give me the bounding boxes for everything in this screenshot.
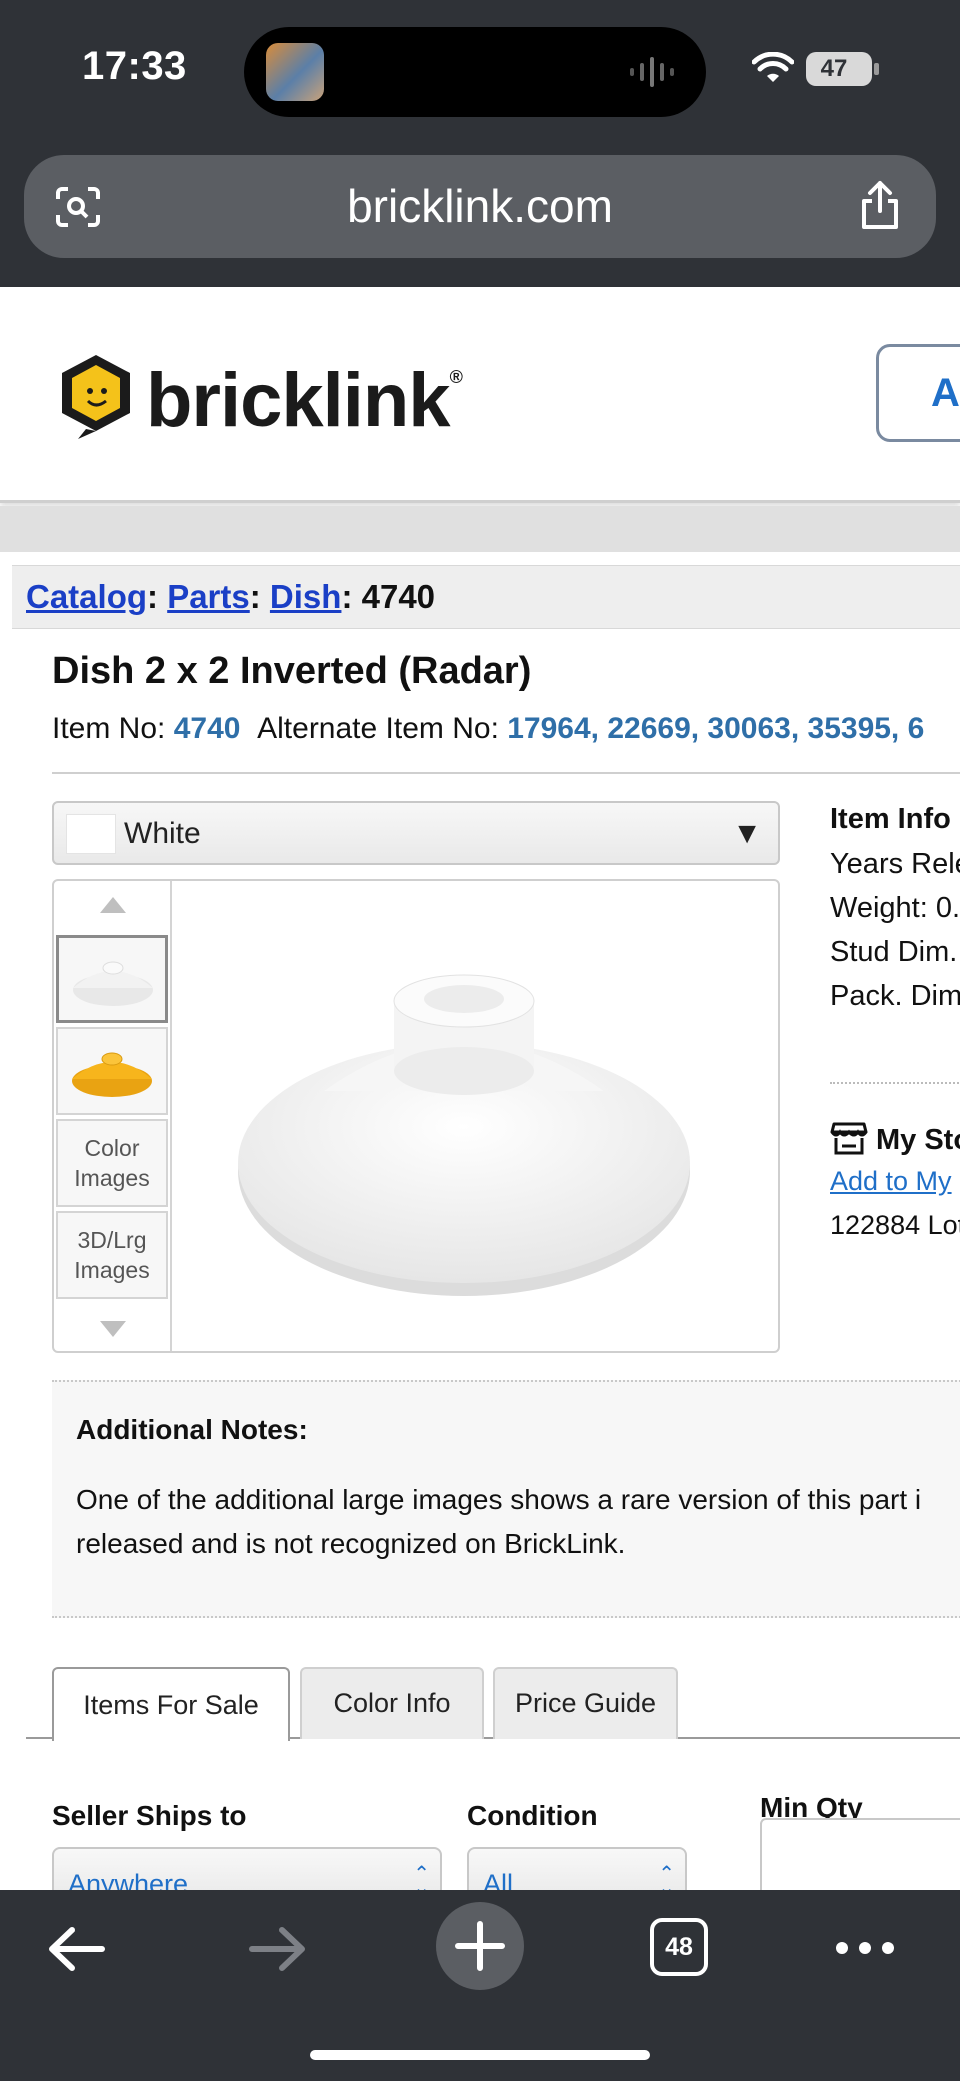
browser-screen: 17:33 47 bricklink.com bricklink® A Cata… xyxy=(0,0,960,2081)
title-divider xyxy=(52,772,960,774)
dish-white-thumb-icon xyxy=(73,961,153,1006)
info-divider xyxy=(830,1082,960,1084)
breadcrumb-sep: : xyxy=(249,578,270,615)
breadcrumb-trail: Catalog: Parts: Dish: 4740 xyxy=(26,578,435,616)
more-menu-icon[interactable] xyxy=(834,1940,896,1956)
thumbnail-column: Color Images 3D/Lrg Images xyxy=(54,881,172,1351)
breadcrumb-dish-link[interactable]: Dish xyxy=(270,578,342,615)
scroll-up-arrow-icon[interactable] xyxy=(100,897,126,913)
breadcrumb-parts-link[interactable]: Parts xyxy=(167,578,250,615)
thumbnail-yellow[interactable] xyxy=(56,1027,168,1115)
new-tab-button[interactable] xyxy=(436,1902,524,1990)
scroll-down-arrow-icon[interactable] xyxy=(100,1321,126,1337)
thumbnail-color-images[interactable]: Color Images xyxy=(56,1119,168,1207)
battery-cap xyxy=(874,63,879,75)
notes-heading: Additional Notes: xyxy=(76,1414,308,1445)
condition-label: Condition xyxy=(467,1800,598,1831)
add-to-my-store-link[interactable]: Add to My xyxy=(830,1166,952,1197)
item-info-stud-dim: Stud Dim. xyxy=(830,936,958,968)
tab-price-guide[interactable]: Price Guide xyxy=(493,1667,678,1739)
tab-count: 48 xyxy=(665,1933,693,1961)
audio-wave-icon xyxy=(630,57,674,87)
tab-items-for-sale[interactable]: Items For Sale xyxy=(52,1667,290,1741)
share-icon[interactable] xyxy=(858,179,902,231)
header-button-label: Al xyxy=(931,371,960,415)
dish-yellow-thumb-icon xyxy=(72,1052,152,1097)
dropdown-arrow-icon: ▼ xyxy=(732,817,762,850)
breadcrumb-sep: : xyxy=(341,578,362,615)
store-lots-count: 122884 Lot xyxy=(830,1210,960,1240)
home-indicator[interactable] xyxy=(310,2050,650,2060)
item-info-years: Years Rele xyxy=(830,848,960,880)
tab-color-info[interactable]: Color Info xyxy=(300,1667,484,1739)
site-header: bricklink® Al xyxy=(0,287,960,503)
store-icon xyxy=(830,1122,868,1155)
additional-notes: Additional Notes: One of the additional … xyxy=(52,1380,960,1618)
header-divider-band xyxy=(0,506,960,552)
color-select[interactable]: White ▼ xyxy=(52,801,780,865)
color-images-label: Color Images xyxy=(74,1135,150,1191)
breadcrumb-sep: : xyxy=(147,578,168,615)
breadcrumb-catalog-link[interactable]: Catalog xyxy=(26,578,147,615)
bricklink-logo-text[interactable]: bricklink® xyxy=(146,357,463,444)
plus-icon xyxy=(455,1921,505,1971)
now-playing-thumbnail[interactable] xyxy=(266,43,324,101)
browser-top-chrome: 17:33 47 bricklink.com xyxy=(0,0,960,287)
battery-level: 47 xyxy=(820,55,848,82)
url-text: bricklink.com xyxy=(347,180,613,232)
breadcrumb-current: 4740 xyxy=(361,578,436,615)
color-select-value: White xyxy=(124,817,201,850)
address-bar[interactable]: bricklink.com xyxy=(24,155,936,258)
page-title: Dish 2 x 2 Inverted (Radar) xyxy=(52,650,532,692)
item-info-heading: Item Info xyxy=(830,803,951,835)
part-main-image[interactable] xyxy=(224,931,704,1311)
image-viewer: Color Images 3D/Lrg Images xyxy=(52,879,780,1353)
status-time: 17:33 xyxy=(82,44,187,88)
item-info-weight: Weight: 0. xyxy=(830,892,960,924)
3d-images-label: 3D/Lrg Images xyxy=(74,1227,150,1283)
min-qty-input[interactable] xyxy=(760,1818,960,1898)
back-arrow-icon[interactable] xyxy=(46,1924,108,1974)
header-account-button[interactable]: Al xyxy=(876,344,960,442)
thumbnail-3d-images[interactable]: 3D/Lrg Images xyxy=(56,1211,168,1299)
wifi-icon xyxy=(752,52,794,82)
bricklink-logo-icon[interactable] xyxy=(56,351,136,439)
thumbnail-white[interactable] xyxy=(56,935,168,1023)
forward-arrow-icon[interactable] xyxy=(246,1924,308,1974)
alternate-item-numbers: 17964, 22669, 30063, 35395, 6 xyxy=(507,712,925,745)
dynamic-island xyxy=(244,27,706,117)
item-number-line: Item No: 4740 Alternate Item No: 17964, … xyxy=(52,712,925,745)
breadcrumb: Catalog: Parts: Dish: 4740 xyxy=(12,565,960,629)
battery-indicator: 47 xyxy=(806,52,879,86)
notes-body: One of the additional large images shows… xyxy=(76,1484,922,1559)
color-swatch xyxy=(66,814,116,854)
item-info-pack-dim: Pack. Dim xyxy=(830,980,960,1012)
browser-bottom-toolbar: 48 xyxy=(0,1890,960,2081)
seller-ships-label: Seller Ships to xyxy=(52,1800,247,1831)
tabs-overview-button[interactable]: 48 xyxy=(650,1918,708,1976)
item-number: 4740 xyxy=(173,712,241,745)
my-store-heading: My Sto xyxy=(876,1124,960,1156)
